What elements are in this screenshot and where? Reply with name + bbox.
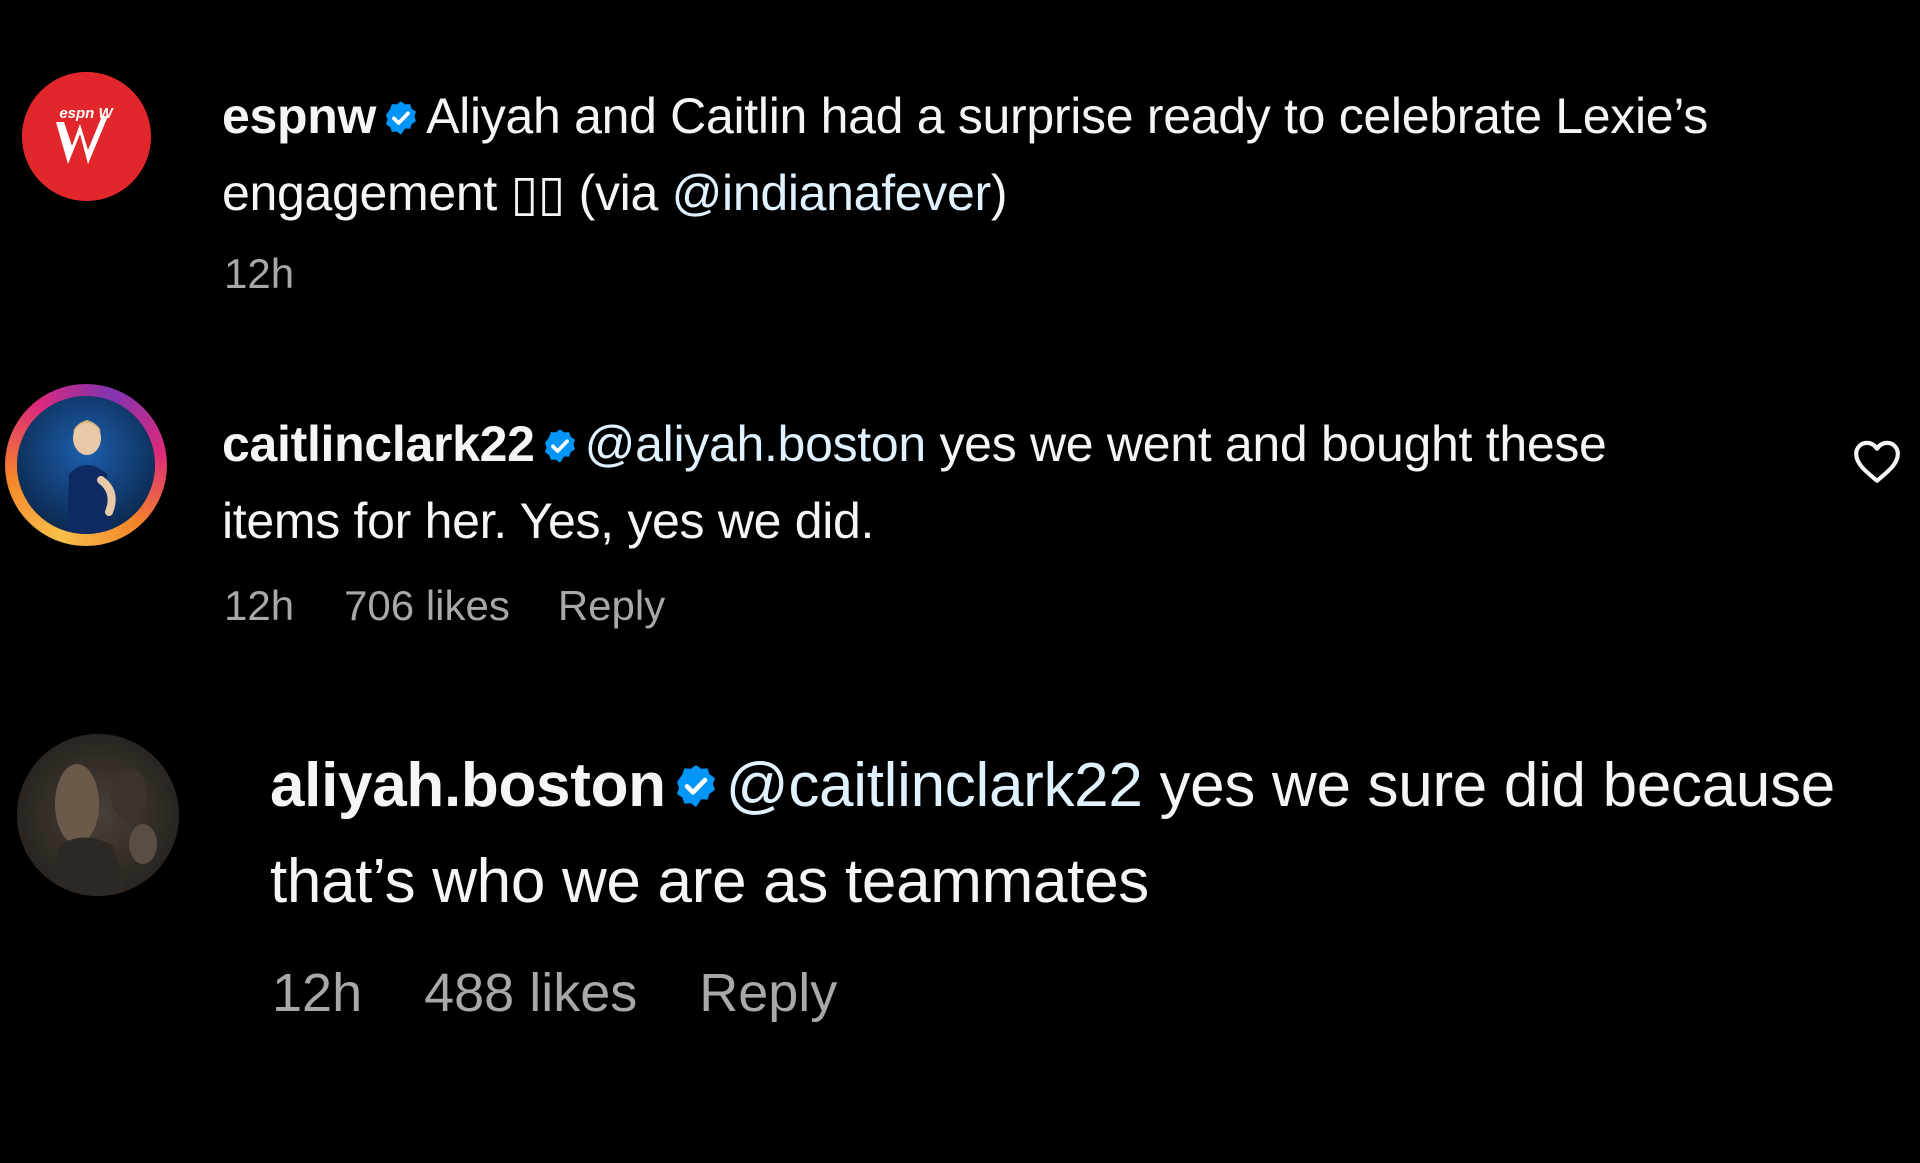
mention-link[interactable]: @caitlinclark22 xyxy=(726,751,1143,820)
comment-username[interactable]: aliyah.boston xyxy=(270,751,666,820)
comment-body: aliyah.boston @caitlinclark22 yes we sure… xyxy=(270,740,1890,928)
heart-outline-icon[interactable] xyxy=(1852,438,1902,484)
mention-link[interactable]: @indianafever xyxy=(672,165,992,221)
comment-timestamp[interactable]: 12h xyxy=(272,962,362,1024)
comment-body: espnw Aliyah and Caitlin had a surprise r… xyxy=(222,80,1902,230)
reply-button[interactable]: Reply xyxy=(558,582,665,630)
reply-button[interactable]: Reply xyxy=(699,962,837,1024)
aliyah-boston-avatar[interactable] xyxy=(17,734,179,896)
verified-badge-icon xyxy=(541,412,579,485)
comment-timestamp[interactable]: 12h xyxy=(224,250,294,298)
profile-photo-avatar xyxy=(17,396,155,534)
verified-badge-icon xyxy=(382,84,420,157)
comment-username[interactable]: espnw xyxy=(222,88,376,144)
comment-meta: 12h 488 likes Reply xyxy=(272,962,837,1024)
comment-likes[interactable]: 488 likes xyxy=(424,962,637,1024)
profile-photo-avatar xyxy=(17,734,179,896)
comment-meta: 12h xyxy=(224,250,294,298)
espnw-logo-icon: espn W xyxy=(22,72,151,201)
espnw-avatar[interactable]: espn W xyxy=(22,72,151,201)
comment-body: caitlinclark22 @aliyah.boston yes we went… xyxy=(222,408,1642,558)
comment-likes[interactable]: 706 likes xyxy=(344,582,510,630)
caitlinclark22-avatar[interactable] xyxy=(17,396,155,534)
comment-username[interactable]: caitlinclark22 xyxy=(222,416,535,472)
verified-badge-icon xyxy=(672,744,720,836)
comment-meta: 12h 706 likes Reply xyxy=(224,582,665,630)
comment-timestamp[interactable]: 12h xyxy=(224,582,294,630)
caption-text-end: ) xyxy=(990,165,1008,221)
mention-link[interactable]: @aliyah.boston xyxy=(585,416,927,472)
